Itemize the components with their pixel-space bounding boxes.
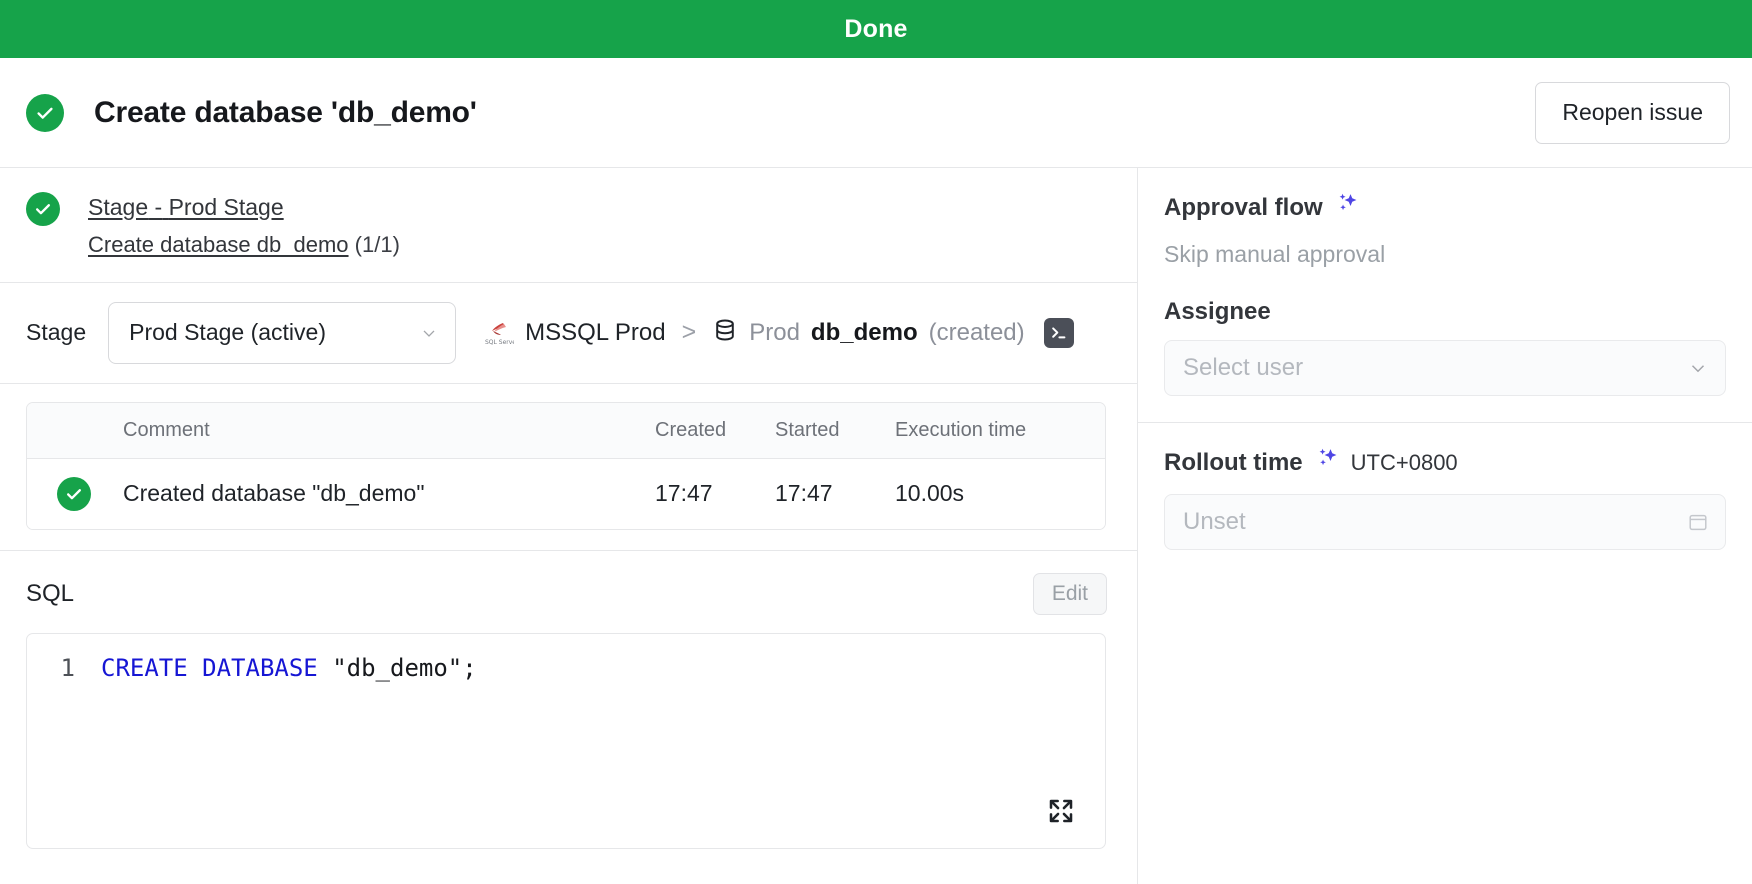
task-name-link[interactable]: Create database db_demo <box>88 232 349 257</box>
column-header-execution-time: Execution time <box>895 402 1105 459</box>
rollout-time-title-row: Rollout time UTC+0800 <box>1164 445 1726 480</box>
stage-select-label: Stage <box>26 319 87 346</box>
row-status-cell <box>27 458 123 529</box>
expand-icon[interactable] <box>1045 795 1077 832</box>
breadcrumb: SQL Server MSSQL Prod > Prod db_demo (cr… <box>484 317 1074 348</box>
reopen-issue-button[interactable]: Reopen issue <box>1535 81 1730 144</box>
execution-table-body: Created database "db_demo" 17:47 17:47 1… <box>27 458 1105 529</box>
code-content: CREATE DATABASE "db_demo"; <box>101 654 477 682</box>
rollout-timezone: UTC+0800 <box>1350 449 1458 475</box>
issue-header: Create database 'db_demo' Reopen issue <box>0 58 1752 168</box>
execution-table: Comment Created Started Execution time C… <box>26 401 1106 530</box>
calendar-icon <box>1689 514 1707 531</box>
rollout-time-block: Rollout time UTC+0800 Unset <box>1138 422 1752 576</box>
task-count: (1/1) <box>354 231 400 257</box>
rollout-time-input[interactable]: Unset <box>1164 494 1726 550</box>
column-header-status <box>27 402 123 459</box>
execution-table-head: Comment Created Started Execution time <box>27 402 1105 459</box>
code-line: 1 CREATE DATABASE "db_demo"; <box>27 634 1105 682</box>
stage-word-link[interactable]: Stage <box>88 194 148 220</box>
mssql-icon: SQL Server <box>484 320 519 346</box>
stage-task-line: Create database db_demo (1/1) <box>88 228 400 262</box>
assignee-label: Assignee <box>1164 298 1271 325</box>
sparkle-icon <box>1333 190 1361 225</box>
breadcrumb-separator: > <box>681 318 697 347</box>
breadcrumb-db-env: Prod <box>749 318 800 346</box>
rollout-time-placeholder: Unset <box>1183 508 1246 535</box>
body-split: Stage - Prod Stage Create database db_de… <box>0 168 1752 884</box>
chevron-down-icon <box>1691 365 1705 373</box>
stage-select-value: Prod Stage (active) <box>129 319 326 346</box>
row-execution-time: 10.00s <box>895 458 1105 529</box>
check-circle-icon <box>26 93 64 132</box>
stage-summary-lines: Stage - Prod Stage Create database db_de… <box>88 190 400 262</box>
stage-breadcrumb-line: Stage - Prod Stage <box>88 190 400 225</box>
sidebar: Approval flow Skip manual approval Assig… <box>1138 168 1752 884</box>
approval-flow-value: Skip manual approval <box>1164 241 1386 267</box>
sql-editor[interactable]: 1 CREATE DATABASE "db_demo"; <box>26 632 1106 849</box>
table-row[interactable]: Created database "db_demo" 17:47 17:47 1… <box>27 458 1105 529</box>
column-header-comment: Comment <box>123 402 655 459</box>
terminal-icon[interactable] <box>1043 317 1074 348</box>
stage-summary: Stage - Prod Stage Create database db_de… <box>0 168 1137 283</box>
stage-select[interactable]: Prod Stage (active) <box>108 301 457 364</box>
approval-flow-title-row: Approval flow <box>1164 190 1726 225</box>
breadcrumb-db-name[interactable]: db_demo <box>811 319 918 347</box>
sparkle-icon <box>1313 445 1341 480</box>
row-comment: Created database "db_demo" <box>123 458 655 529</box>
sql-title: SQL <box>26 579 75 607</box>
column-header-started: Started <box>775 402 895 459</box>
sql-keyword: CREATE DATABASE <box>101 653 318 682</box>
sql-literal: "db_demo"; <box>317 653 477 682</box>
breadcrumb-db-state: (created) <box>928 318 1025 346</box>
sql-section: SQL Edit 1 CREATE DATABASE "db_demo"; <box>0 549 1137 849</box>
status-banner-text: Done <box>844 14 908 43</box>
assignee-placeholder: Select user <box>1183 354 1304 381</box>
column-header-created: Created <box>655 402 775 459</box>
approval-flow-title: Approval flow <box>1164 193 1323 221</box>
row-started: 17:47 <box>775 458 895 529</box>
table-header-row: Comment Created Started Execution time <box>27 402 1105 459</box>
line-number: 1 <box>60 653 75 682</box>
status-banner: Done <box>0 0 1752 58</box>
main-column: Stage - Prod Stage Create database db_de… <box>0 168 1138 884</box>
edit-sql-button[interactable]: Edit <box>1032 572 1107 615</box>
chevron-down-icon <box>423 330 435 337</box>
stage-selector-row: Stage Prod Stage (active) SQL Server MSS… <box>0 283 1137 384</box>
breadcrumb-instance[interactable]: MSSQL Prod <box>525 319 666 347</box>
sql-header: SQL Edit <box>26 572 1107 615</box>
execution-table-wrap: Comment Created Started Execution time C… <box>0 384 1137 530</box>
assignee-select[interactable]: Select user <box>1164 340 1726 396</box>
stage-check-circle-icon <box>26 192 60 226</box>
approval-flow-block: Approval flow Skip manual approval Assig… <box>1138 168 1752 422</box>
row-check-circle-icon <box>57 476 91 511</box>
page-title: Create database 'db_demo' <box>94 95 477 129</box>
row-created: 17:47 <box>655 458 775 529</box>
svg-text:SQL Server: SQL Server <box>485 339 514 346</box>
rollout-time-label: Rollout time <box>1164 448 1303 476</box>
database-icon <box>712 317 738 348</box>
stage-name-link[interactable]: Prod Stage <box>169 194 284 220</box>
